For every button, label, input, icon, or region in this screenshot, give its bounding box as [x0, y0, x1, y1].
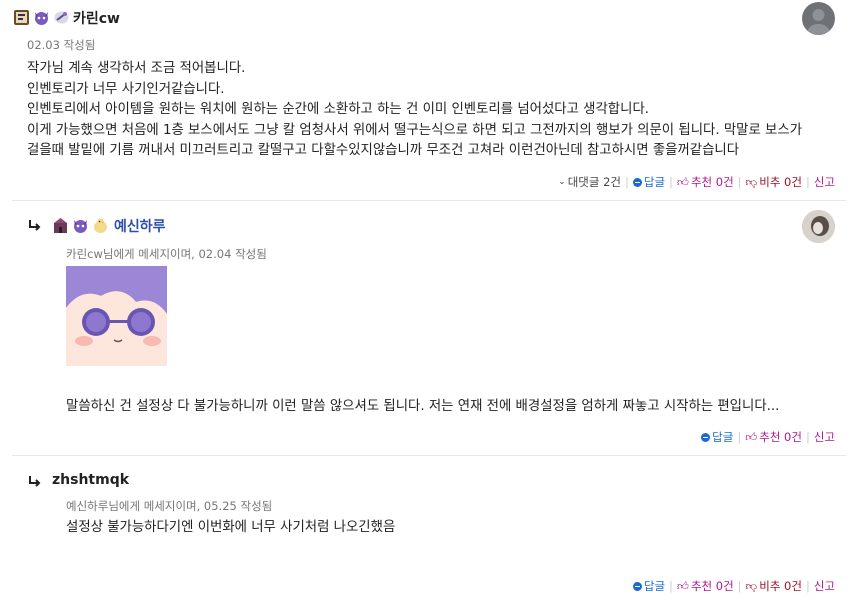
chibi-sticker: [66, 266, 167, 366]
reply-button[interactable]: 답글: [701, 429, 733, 445]
reply-icon: [632, 581, 642, 591]
badge-demon-icon: [33, 9, 50, 26]
divider: |: [737, 175, 742, 189]
reply-body: 설정상 불가능하다기엔 이번화에 너무 사기처럼 나오긴했음: [66, 520, 396, 535]
chevron-down-icon: ⌄: [558, 177, 566, 187]
thumbs-down-icon: 👎︎: [745, 578, 758, 593]
divider: |: [737, 579, 742, 593]
badge-demon-icon: [72, 217, 89, 234]
comment-actions: ⌄ 대댓글 2건 | 답글 | 👍︎ 추천 0건 | 👎︎ 비추 0건 | 신고: [558, 174, 835, 190]
divider: |: [805, 430, 810, 444]
reply-meta: 예신하루님에게 메세지이며, 05.25 작성됨: [66, 499, 273, 513]
report-button[interactable]: 신고: [814, 174, 835, 190]
reply-arrow-icon: [29, 220, 41, 231]
reply-icon: [701, 432, 711, 442]
divider: |: [669, 579, 673, 593]
reply-meta: 카린cw님에게 메세지이며, 02.04 작성됨: [66, 247, 267, 261]
badge-castle-icon: [52, 217, 69, 234]
reply-actions: 답글 | 👍︎ 추천 0건 | 👎︎ 비추 0건 | 신고: [632, 578, 835, 594]
replies-toggle-button[interactable]: ⌄ 대댓글 2건: [558, 174, 621, 190]
comment-line: 작가님 계속 생각하서 조금 적어봅니다.: [27, 61, 246, 76]
comment-nickname[interactable]: 카린cw: [73, 8, 120, 28]
comment-line: 인벤토리가 너무 사기인거같습니다.: [27, 81, 225, 97]
reply-actions: 답글 | 👍︎ 추천 0건 | 신고: [701, 429, 835, 445]
unrecommend-button[interactable]: 👎︎ 비추 0건: [746, 174, 802, 190]
thumbs-up-icon: 👍︎: [745, 429, 758, 444]
badge-scroll-icon: [53, 9, 70, 26]
comment-line: 이게 가능했으면 처음에 1층 보스에서도 그냥 칼 엄청사서 위에서 떨구는식…: [27, 122, 803, 138]
divider: |: [805, 579, 810, 593]
divider: |: [669, 175, 673, 189]
divider: |: [625, 175, 629, 189]
thumbs-up-icon: 👍︎: [676, 174, 689, 189]
unrecommend-button[interactable]: 👎︎ 비추 0건: [746, 578, 802, 594]
comment-date: 02.03 작성됨: [27, 38, 96, 52]
recommend-button[interactable]: 👍︎ 추천 0건: [745, 429, 802, 445]
divider: |: [805, 175, 810, 189]
reply-nickname[interactable]: zhshtmqk: [52, 472, 129, 488]
divider: [12, 455, 846, 456]
divider: [12, 200, 846, 201]
comment-line: 걸을때 발밑에 기름 꺼내서 미끄러트리고 칼떨구고 다할수있지않습니까 무조건…: [27, 143, 740, 158]
report-button[interactable]: 신고: [814, 578, 835, 594]
badge-chick-icon: [92, 217, 109, 234]
reply-button[interactable]: 답글: [632, 174, 665, 190]
comment-body: 작가님 계속 생각하서 조금 적어봅니다. 인벤토리가 너무 사기인거같습니다.…: [27, 59, 802, 162]
recommend-button[interactable]: 👍︎ 추천 0건: [677, 578, 734, 594]
badge-book-icon: [13, 9, 30, 26]
recommend-button[interactable]: 👍︎ 추천 0건: [677, 174, 734, 190]
thumbs-down-icon: 👎︎: [745, 174, 758, 189]
reply-body: 말씀하신 건 설정상 다 불가능하니까 이런 말씀 않으셔도 됩니다. 저는 연…: [66, 399, 780, 414]
reply-arrow-icon: [29, 476, 41, 487]
reply-nickname[interactable]: 예신하루: [114, 216, 166, 236]
report-button[interactable]: 신고: [814, 429, 835, 445]
reply-icon: [632, 177, 642, 187]
reply-button[interactable]: 답글: [632, 578, 665, 594]
avatar[interactable]: [802, 210, 835, 243]
thumbs-up-icon: 👍︎: [676, 578, 689, 593]
divider: |: [737, 430, 742, 444]
avatar[interactable]: [802, 2, 835, 35]
comment-line: 인벤토리에서 아이템을 원하는 워치에 원하는 순간에 소환하고 하는 건 이미…: [27, 102, 650, 117]
